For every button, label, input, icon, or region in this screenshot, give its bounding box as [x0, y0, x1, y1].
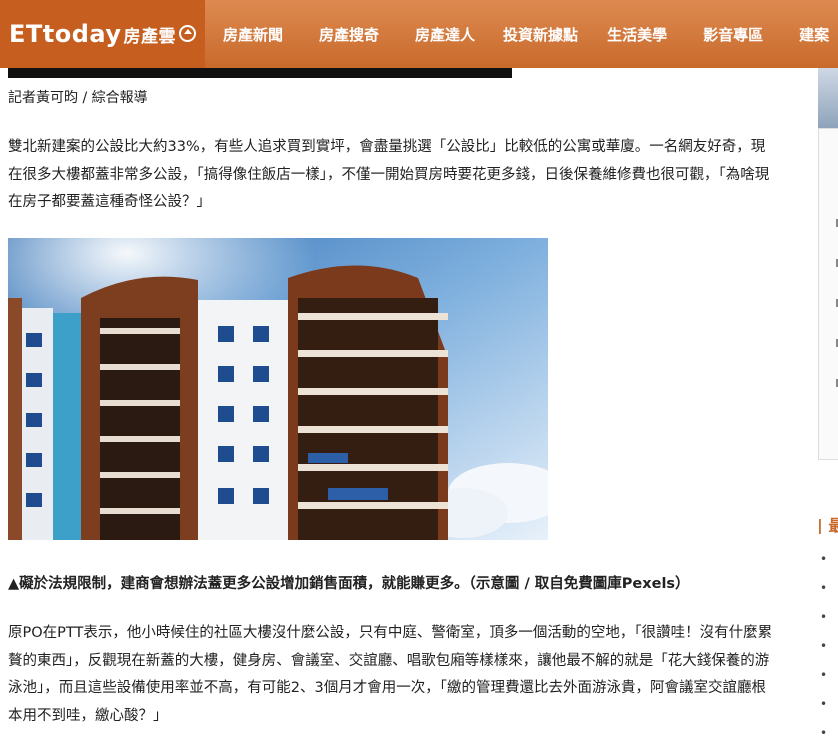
- list-item[interactable]: •: [818, 545, 838, 574]
- sidebar-thumbnail[interactable]: [818, 68, 838, 128]
- list-item[interactable]: •: [818, 632, 838, 661]
- house-icon: [179, 24, 196, 42]
- title-bar-cutoff: [8, 68, 512, 78]
- list-item[interactable]: •: [818, 690, 838, 719]
- byline: 記者黃可昀 / 綜合報導: [8, 90, 148, 106]
- sidebar-list: • • • • • • •: [818, 545, 838, 748]
- photo-caption: ▲礙於法規限制，建商會想辦法蓋更多公設增加銷售面積，就能賺更多。（示意圖 / 取…: [8, 576, 690, 592]
- nav-item-projects[interactable]: 建案: [799, 24, 829, 45]
- paragraph: 雙北新建案的公設比大約33%，有些人追求買到實坪，會盡量挑選「公設比」比較低的公…: [8, 139, 770, 210]
- nav-item-experts[interactable]: 房產達人: [415, 24, 475, 45]
- list-item[interactable]: •: [818, 603, 838, 632]
- top-navigation: ETtoday 房產雲 房產新聞 房產搜奇 房產達人 投資新據點 生活美學 影音專…: [0, 0, 838, 68]
- nav-item-lifestyle[interactable]: 生活美學: [607, 24, 667, 45]
- nav-item-video[interactable]: 影音專區: [703, 24, 763, 45]
- list-item[interactable]: •: [818, 661, 838, 690]
- site-logo[interactable]: ETtoday 房產雲: [0, 0, 205, 68]
- apartment-building-photo: [8, 238, 548, 540]
- article-body: 記者黃可昀 / 綜合報導 雙北新建案的公設比大約33%，有些人追求買到實坪，會盡…: [8, 86, 773, 724]
- list-item[interactable]: •: [818, 719, 838, 748]
- article-photo: [8, 238, 548, 540]
- paragraph: 原PO在PTT表示，他小時候住的社區大樓沒什麼公設，只有中庭、警衛室，頂多一個活…: [8, 625, 773, 724]
- nav-item-oddities[interactable]: 房產搜奇: [319, 24, 379, 45]
- main-nav: 房產新聞 房產搜奇 房產達人 投資新據點 生活美學 影音專區 建案: [205, 0, 829, 68]
- nav-item-investment[interactable]: 投資新據點: [503, 24, 578, 45]
- sidebar-card[interactable]: [818, 128, 838, 460]
- nav-item-news[interactable]: 房產新聞: [223, 24, 283, 45]
- list-item[interactable]: •: [818, 574, 838, 603]
- logo-text: ETtoday 房產雲: [9, 20, 196, 48]
- sidebar-heading: | 最: [817, 516, 838, 534]
